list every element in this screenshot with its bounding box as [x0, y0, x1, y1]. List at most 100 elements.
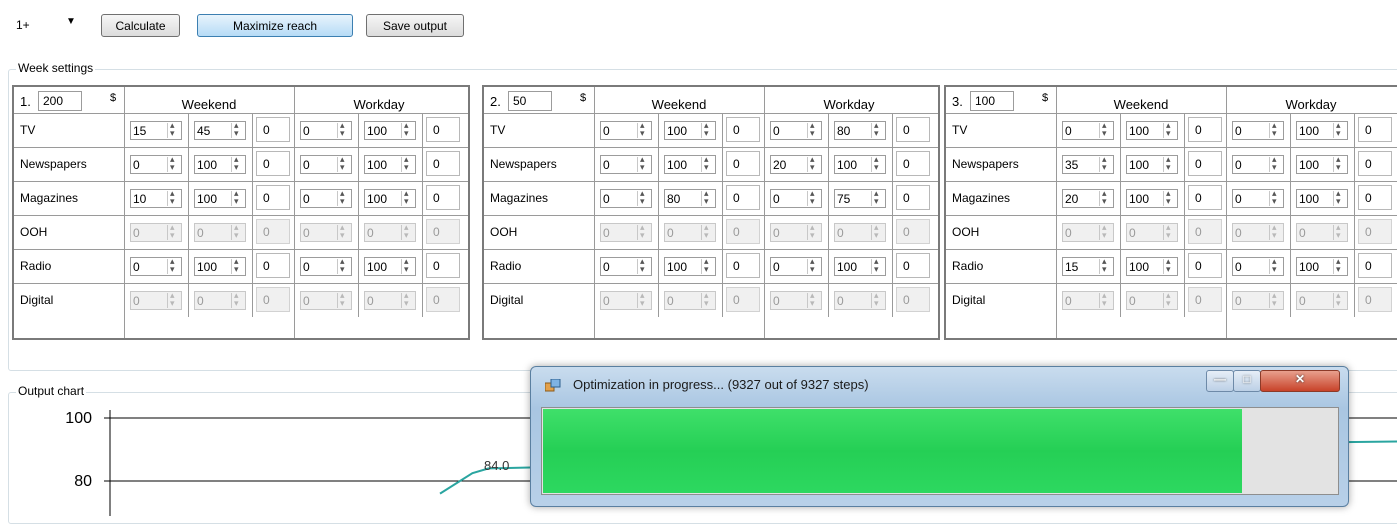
numeric-up-down[interactable]: 15: [130, 120, 182, 140]
spin-arrows-icon[interactable]: [337, 256, 350, 275]
spin-arrows-icon[interactable]: [701, 188, 714, 207]
spin-arrows-icon[interactable]: [701, 256, 714, 275]
spin-arrows-icon[interactable]: [637, 188, 650, 207]
numeric-up-down[interactable]: 20: [770, 154, 822, 174]
spin-arrows-icon[interactable]: [871, 188, 884, 207]
numeric-up-down[interactable]: 100: [364, 120, 416, 140]
numeric-up-down[interactable]: 0: [770, 188, 822, 208]
numeric-up-down[interactable]: 100: [364, 256, 416, 276]
spin-arrows-icon[interactable]: [1269, 154, 1282, 173]
numeric-up-down[interactable]: 100: [1296, 188, 1348, 208]
save-output-button[interactable]: Save output: [366, 14, 464, 37]
numeric-up-down[interactable]: 0: [300, 256, 352, 276]
numeric-up-down[interactable]: 100: [664, 256, 716, 276]
spin-arrows-icon[interactable]: [871, 256, 884, 275]
numeric-up-down[interactable]: 100: [1126, 120, 1178, 140]
numeric-up-down[interactable]: 100: [194, 256, 246, 276]
numeric-up-down[interactable]: 100: [194, 154, 246, 174]
spin-arrows-icon[interactable]: [231, 154, 244, 173]
spin-arrows-icon[interactable]: [871, 154, 884, 173]
numeric-up-down[interactable]: 100: [834, 256, 886, 276]
numeric-up-down[interactable]: 100: [194, 188, 246, 208]
spin-arrows-icon[interactable]: [401, 120, 414, 139]
maximize-reach-button[interactable]: Maximize reach: [197, 14, 353, 37]
minimize-button[interactable]: —: [1206, 370, 1234, 392]
numeric-up-down[interactable]: 35: [1062, 154, 1114, 174]
numeric-up-down[interactable]: 100: [1126, 154, 1178, 174]
numeric-up-down[interactable]: 0: [600, 188, 652, 208]
spin-arrows-icon[interactable]: [1099, 120, 1112, 139]
spin-arrows-icon[interactable]: [637, 120, 650, 139]
numeric-up-down[interactable]: 15: [1062, 256, 1114, 276]
spin-arrows-icon[interactable]: [1099, 154, 1112, 173]
spin-arrows-icon[interactable]: [401, 188, 414, 207]
chevron-down-icon[interactable]: ▼: [66, 16, 76, 27]
spin-arrows-icon[interactable]: [637, 256, 650, 275]
spin-arrows-icon[interactable]: [637, 154, 650, 173]
spin-arrows-icon[interactable]: [807, 154, 820, 173]
numeric-up-down[interactable]: 0: [1232, 256, 1284, 276]
numeric-up-down[interactable]: 0: [600, 120, 652, 140]
numeric-up-down[interactable]: 100: [1126, 256, 1178, 276]
spin-arrows-icon[interactable]: [231, 188, 244, 207]
spin-arrows-icon[interactable]: [337, 188, 350, 207]
spin-arrows-icon[interactable]: [337, 154, 350, 173]
spin-arrows-icon[interactable]: [167, 256, 180, 275]
spin-arrows-icon[interactable]: [231, 120, 244, 139]
spin-arrows-icon[interactable]: [1269, 188, 1282, 207]
numeric-up-down[interactable]: 0: [1232, 188, 1284, 208]
spin-arrows-icon[interactable]: [1333, 120, 1346, 139]
reach-level-combo[interactable]: 1+ ▼: [12, 15, 78, 37]
numeric-up-down[interactable]: 100: [1296, 256, 1348, 276]
numeric-up-down[interactable]: 0: [300, 188, 352, 208]
numeric-up-down[interactable]: 45: [194, 120, 246, 140]
spin-arrows-icon[interactable]: [871, 120, 884, 139]
numeric-up-down[interactable]: 0: [600, 154, 652, 174]
numeric-up-down[interactable]: 100: [834, 154, 886, 174]
spin-arrows-icon[interactable]: [401, 154, 414, 173]
spin-arrows-icon[interactable]: [807, 256, 820, 275]
budget-input[interactable]: 100: [970, 91, 1014, 111]
numeric-up-down[interactable]: 80: [664, 188, 716, 208]
numeric-up-down[interactable]: 0: [600, 256, 652, 276]
numeric-up-down[interactable]: 100: [664, 154, 716, 174]
spin-arrows-icon[interactable]: [807, 120, 820, 139]
spin-arrows-icon[interactable]: [167, 188, 180, 207]
numeric-up-down[interactable]: 0: [770, 120, 822, 140]
numeric-up-down[interactable]: 0: [130, 154, 182, 174]
budget-input[interactable]: 200: [38, 91, 82, 111]
close-button[interactable]: ✕: [1260, 370, 1340, 392]
spin-arrows-icon[interactable]: [401, 256, 414, 275]
maximize-button[interactable]: □: [1233, 370, 1261, 392]
spin-arrows-icon[interactable]: [167, 154, 180, 173]
numeric-up-down[interactable]: 100: [1296, 154, 1348, 174]
calculate-button[interactable]: Calculate: [101, 14, 180, 37]
numeric-up-down[interactable]: 0: [300, 120, 352, 140]
spin-arrows-icon[interactable]: [337, 120, 350, 139]
numeric-up-down[interactable]: 75: [834, 188, 886, 208]
numeric-up-down[interactable]: 0: [1062, 120, 1114, 140]
spin-arrows-icon[interactable]: [1099, 188, 1112, 207]
numeric-up-down[interactable]: 10: [130, 188, 182, 208]
numeric-up-down[interactable]: 100: [664, 120, 716, 140]
numeric-up-down[interactable]: 100: [364, 188, 416, 208]
numeric-up-down[interactable]: 100: [364, 154, 416, 174]
numeric-up-down[interactable]: 100: [1126, 188, 1178, 208]
numeric-up-down[interactable]: 0: [300, 154, 352, 174]
spin-arrows-icon[interactable]: [807, 188, 820, 207]
numeric-up-down[interactable]: 80: [834, 120, 886, 140]
numeric-up-down[interactable]: 0: [770, 256, 822, 276]
spin-arrows-icon[interactable]: [1163, 256, 1176, 275]
numeric-up-down[interactable]: 100: [1296, 120, 1348, 140]
numeric-up-down[interactable]: 0: [1232, 120, 1284, 140]
spin-arrows-icon[interactable]: [1269, 120, 1282, 139]
budget-input[interactable]: 50: [508, 91, 552, 111]
spin-arrows-icon[interactable]: [1333, 256, 1346, 275]
numeric-up-down[interactable]: 0: [130, 256, 182, 276]
spin-arrows-icon[interactable]: [1163, 120, 1176, 139]
spin-arrows-icon[interactable]: [1163, 188, 1176, 207]
spin-arrows-icon[interactable]: [1333, 188, 1346, 207]
spin-arrows-icon[interactable]: [1099, 256, 1112, 275]
spin-arrows-icon[interactable]: [701, 120, 714, 139]
spin-arrows-icon[interactable]: [167, 120, 180, 139]
